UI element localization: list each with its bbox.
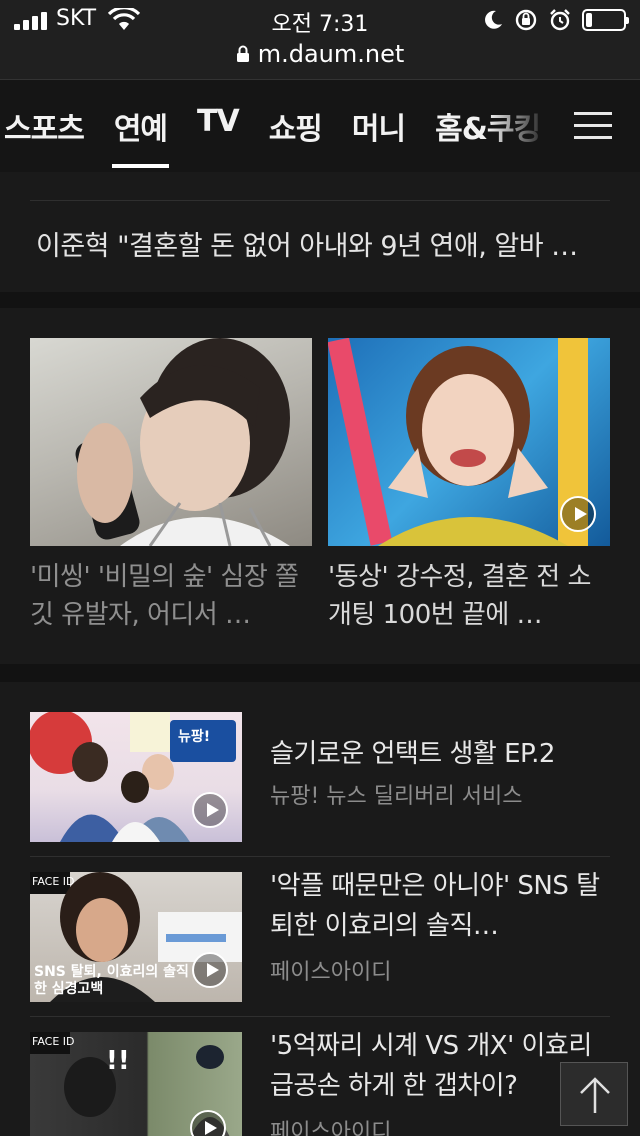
video-thumbnail[interactable]: FACE ID SNS 탈퇴, 이효리의 솔직한 심경고백: [30, 872, 242, 1002]
status-bar: SKT 오전 7:31: [0, 0, 640, 40]
video-title[interactable]: '악플 때문만은 아니야' SNS 탈퇴한 이효리의 솔직…: [270, 866, 610, 946]
address-bar[interactable]: m.daum.net: [0, 40, 640, 80]
photo-card-section: '미씽' '비밀의 숲' 심장 쫄깃 유발자, 어디서 … '동상' 강수정, …: [0, 308, 640, 664]
thumbnail-badge: 뉴팡!: [178, 729, 211, 745]
thumbnail-caption: SNS 탈퇴, 이효리의 솔직한 심경고백: [34, 964, 189, 997]
thumbnail-caption: !!: [106, 1046, 130, 1076]
tab-entertainment[interactable]: 연예: [111, 104, 170, 168]
news-thumbnail[interactable]: [30, 338, 312, 546]
list-item[interactable]: 뉴팡! 슬기로운 언택트 생활 EP.2 뉴팡! 뉴스 딜리버리 서비스: [30, 712, 610, 842]
video-source: 페이스아이디: [270, 960, 392, 985]
play-icon[interactable]: [192, 952, 228, 988]
news-thumbnail[interactable]: [328, 338, 610, 546]
video-source: 페이스아이디: [270, 1120, 392, 1136]
news-section-top: 이준혁 "결혼할 돈 없어 아내와 9년 연애, 알바 …: [0, 172, 640, 292]
hamburger-icon: [574, 112, 612, 115]
rotation-lock-icon: [515, 9, 537, 31]
woman-phone-image: [75, 338, 290, 546]
news-card[interactable]: '동상' 강수정, 결혼 전 소개팅 100번 끝에 …: [328, 338, 610, 634]
thumbnail-badge: FACE ID: [32, 875, 75, 888]
thumbnail-badge: FACE ID: [32, 1035, 75, 1048]
tab-shopping[interactable]: 쇼핑: [269, 104, 323, 148]
video-list-section: 뉴팡! 슬기로운 언택트 생활 EP.2 뉴팡! 뉴스 딜리버리 서비스 FAC…: [0, 682, 640, 1136]
category-nav: 스포츠 연예 TV 쇼핑 머니 홈&쿠킹: [0, 80, 640, 172]
scroll-top-button[interactable]: [560, 1062, 628, 1126]
video-source: 뉴팡! 뉴스 딜리버리 서비스: [270, 784, 523, 809]
play-icon[interactable]: [560, 496, 596, 532]
moon-icon: [485, 10, 502, 29]
tab-money[interactable]: 머니: [352, 104, 406, 148]
list-item[interactable]: FACE ID SNS 탈퇴, 이효리의 솔직한 심경고백 '악플 때문만은 아…: [30, 871, 610, 1002]
video-thumbnail[interactable]: FACE ID !!: [30, 1032, 242, 1136]
play-icon[interactable]: [192, 792, 228, 828]
video-title[interactable]: 슬기로운 언택트 생활 EP.2: [270, 734, 610, 774]
lock-icon: [236, 45, 249, 62]
video-title[interactable]: '5억짜리 시계 VS 개X' 이효리 급공손 하게 한 갭차이?: [270, 1026, 610, 1106]
tab-tv[interactable]: TV: [197, 104, 240, 148]
headline-link[interactable]: 이준혁 "결혼할 돈 없어 아내와 9년 연애, 알바 …: [36, 224, 606, 263]
news-card-title[interactable]: '미씽' '비밀의 숲' 심장 쫄깃 유발자, 어디서 …: [30, 558, 312, 634]
news-card[interactable]: '미씽' '비밀의 숲' 심장 쫄깃 유발자, 어디서 …: [30, 338, 312, 634]
menu-button[interactable]: [544, 80, 640, 172]
alarm-icon: [550, 9, 570, 31]
battery-icon: [582, 9, 629, 31]
video-thumbnail[interactable]: 뉴팡!: [30, 712, 242, 842]
url-text[interactable]: m.daum.net: [258, 40, 405, 68]
news-card-title[interactable]: '동상' 강수정, 결혼 전 소개팅 100번 끝에 …: [328, 558, 610, 634]
tab-sports[interactable]: 스포츠: [4, 104, 85, 148]
arrow-up-icon: [580, 1077, 610, 1113]
list-item[interactable]: FACE ID !! '5억짜리 시계 VS 개X' 이효리 급공손 하게 한 …: [30, 1031, 610, 1136]
